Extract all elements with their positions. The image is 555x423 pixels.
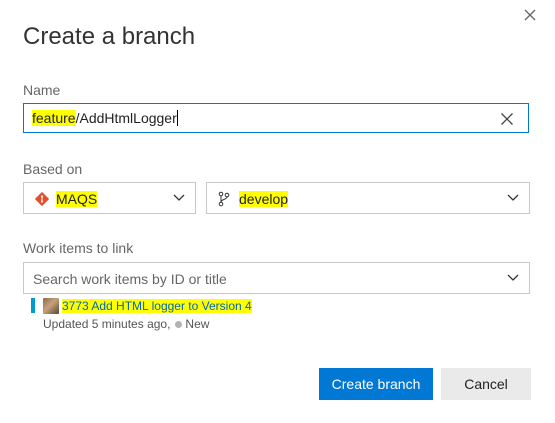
cancel-button[interactable]: Cancel (441, 368, 531, 400)
git-icon (35, 192, 49, 206)
name-label: Name (23, 82, 61, 98)
work-item-title[interactable]: 3773 Add HTML logger to Version 4 (62, 299, 252, 313)
repository-value: MAQS (56, 191, 98, 207)
work-item-state: New (185, 317, 210, 331)
branch-name-input[interactable]: feature/AddHtmlLogger (23, 103, 529, 133)
based-on-label: Based on (23, 161, 83, 177)
work-item-type-bar (31, 298, 35, 313)
branch-icon (218, 191, 230, 207)
work-item-name: Add HTML logger to Version 4 (91, 299, 252, 313)
work-item-updated: Updated 5 minutes ago, (43, 317, 171, 331)
search-placeholder: Search work items by ID or title (33, 271, 227, 287)
dialog-title: Create a branch (23, 23, 196, 50)
work-item-meta: Updated 5 minutes ago, New (43, 317, 209, 331)
branch-dropdown[interactable]: develop (206, 182, 530, 214)
text-caret (176, 110, 178, 126)
chevron-down-icon (173, 194, 185, 201)
clear-icon[interactable] (500, 112, 514, 126)
linked-work-item[interactable]: 3773 Add HTML logger to Version 4 Update… (31, 297, 331, 333)
repository-dropdown[interactable]: MAQS (23, 182, 196, 214)
branch-name-value: feature/AddHtmlLogger (32, 110, 178, 126)
chevron-down-icon (507, 194, 519, 201)
chevron-down-icon (507, 274, 519, 281)
branch-name-prefix: feature (32, 110, 76, 126)
work-item-id: 3773 (62, 299, 89, 313)
avatar (43, 298, 59, 314)
create-branch-button[interactable]: Create branch (319, 368, 433, 400)
branch-value: develop (239, 191, 289, 207)
work-item-search-input[interactable]: Search work items by ID or title (23, 262, 530, 294)
state-dot-icon (175, 320, 183, 328)
create-branch-dialog: Create a branch Name feature/AddHtmlLogg… (0, 0, 555, 423)
work-items-label: Work items to link (23, 240, 134, 256)
close-icon[interactable] (521, 6, 539, 24)
branch-name-suffix: /AddHtmlLogger (75, 110, 177, 126)
